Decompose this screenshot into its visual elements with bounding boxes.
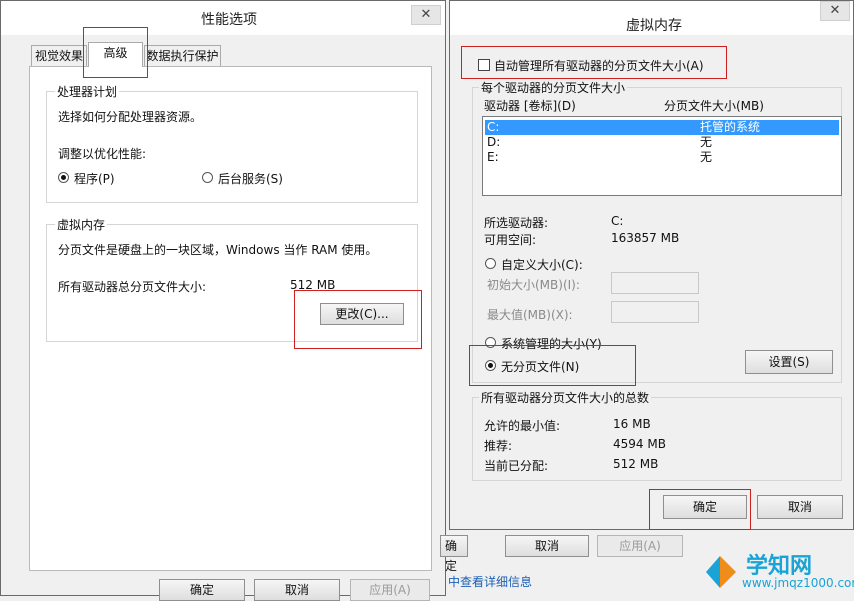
close-button[interactable]: ✕ (411, 5, 441, 25)
virtual-memory-dialog: 虚拟内存 ✕ 自动管理所有驱动器的分页文件大小(A) 每个驱动器的分页文件大小 … (449, 0, 854, 530)
ok-button[interactable]: 确定 (159, 579, 245, 601)
cancel-button[interactable]: 取消 (254, 579, 340, 601)
background-services-label[interactable]: 后台服务(S) (218, 170, 283, 187)
min-value: 16 MB (613, 417, 651, 431)
allocated-label: 当前已分配: (484, 459, 549, 473)
processor-group-label: 处理器计划 (55, 83, 120, 100)
total-paging-label: 所有驱动器总分页文件大小: (58, 280, 207, 294)
drive-size: 托管的系统 (700, 120, 761, 134)
watermark: 学知网 www.jmqz1000.com (702, 548, 854, 596)
background-apply-button[interactable]: 应用(A) (597, 535, 683, 557)
drive-letter: E: (487, 150, 499, 164)
title-bar: 性能选项 ✕ (1, 1, 445, 35)
drive-letter: D: (487, 135, 501, 149)
recommended-value: 4594 MB (613, 437, 666, 451)
processor-group: 处理器计划 选择如何分配处理器资源。 调整以优化性能: 程序(P) 后台服务(S… (46, 83, 418, 203)
processor-desc: 选择如何分配处理器资源。 (58, 110, 203, 124)
dialog-title-bar: 虚拟内存 ✕ (450, 1, 853, 35)
selected-drive-label: 所选驱动器: (484, 216, 549, 230)
totals-group: 所有驱动器分页文件大小的总数 允许的最小值: 16 MB 推荐: 4594 MB… (472, 389, 842, 481)
drive-size: 无 (700, 135, 713, 149)
max-size-label: 最大值(MB)(X): (487, 308, 573, 322)
dialog-title: 虚拟内存 (626, 18, 682, 34)
drive-row[interactable]: E: 无 (485, 150, 839, 165)
per-drive-group: 每个驱动器的分页文件大小 驱动器 [卷标](D) 分页文件大小(MB) C: 托… (472, 79, 842, 383)
set-button[interactable]: 设置(S) (745, 350, 833, 374)
custom-size-radio[interactable] (485, 258, 496, 269)
drive-row[interactable]: C: 托管的系统 (485, 120, 839, 135)
min-label: 允许的最小值: (484, 419, 561, 433)
free-space-value: 163857 MB (611, 231, 680, 245)
drive-list[interactable]: C: 托管的系统 D: 无 E: 无 (482, 116, 842, 196)
dialog-cancel-button[interactable]: 取消 (757, 495, 843, 519)
annotation-box-ok (649, 489, 751, 530)
background-ok-button[interactable]: 确定 (440, 535, 468, 573)
background-cancel-button[interactable]: 取消 (505, 535, 589, 557)
tab-advanced[interactable]: 高级 (88, 42, 143, 67)
drive-column-header: 驱动器 [卷标](D) (484, 99, 576, 113)
recommended-label: 推荐: (484, 439, 513, 453)
size-column-header: 分页文件大小(MB) (664, 99, 764, 113)
details-link[interactable]: 中查看详细信息 (448, 573, 532, 590)
initial-size-label: 初始大小(MB)(I): (487, 278, 580, 292)
selected-drive-value: C: (611, 214, 624, 228)
apply-button[interactable]: 应用(A) (350, 579, 430, 601)
allocated-value: 512 MB (613, 457, 659, 471)
drive-letter: C: (487, 120, 500, 134)
programs-radio[interactable] (58, 172, 69, 183)
annotation-box-auto-manage (461, 46, 727, 79)
window-title: 性能选项 (201, 12, 257, 28)
tab-visual-effects[interactable]: 视觉效果 (31, 45, 87, 67)
initial-size-input[interactable] (611, 272, 699, 294)
tab-dep[interactable]: 数据执行保护 (144, 45, 221, 67)
annotation-box-change-button (294, 290, 422, 349)
totals-label: 所有驱动器分页文件大小的总数 (479, 389, 652, 406)
custom-size-label[interactable]: 自定义大小(C): (501, 256, 583, 273)
drive-size: 无 (700, 150, 713, 164)
virtual-memory-group-label: 虚拟内存 (55, 216, 108, 233)
drive-row[interactable]: D: 无 (485, 135, 839, 150)
per-drive-label: 每个驱动器的分页文件大小 (479, 79, 628, 96)
adjust-label: 调整以优化性能: (58, 147, 147, 161)
watermark-url: www.jmqz1000.com (742, 576, 854, 590)
max-size-input[interactable] (611, 301, 699, 323)
virtual-memory-desc: 分页文件是硬盘上的一块区域，Windows 当作 RAM 使用。 (58, 243, 378, 257)
background-services-radio[interactable] (202, 172, 213, 183)
dialog-close-button[interactable]: ✕ (820, 1, 850, 21)
free-space-label: 可用空间: (484, 233, 537, 247)
watermark-logo-icon (706, 556, 736, 588)
programs-label[interactable]: 程序(P) (74, 170, 115, 187)
annotation-box-no-paging (469, 345, 636, 386)
